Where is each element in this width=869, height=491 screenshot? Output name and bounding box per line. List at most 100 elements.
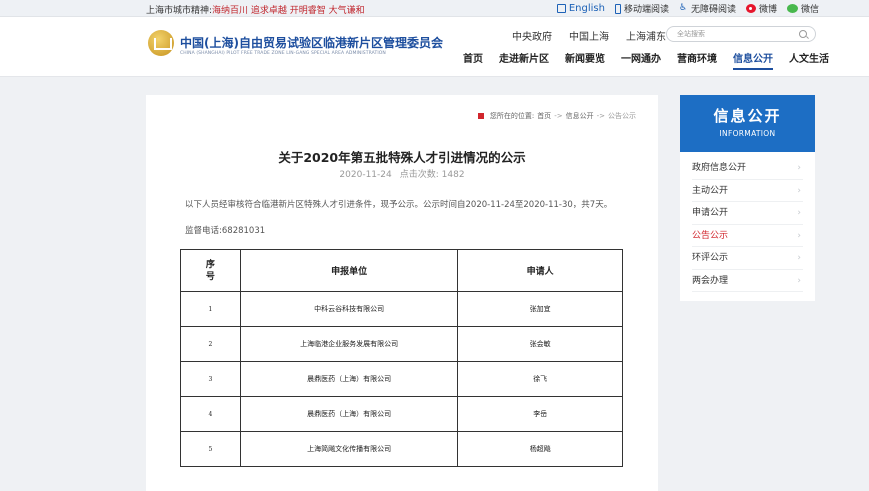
views-label: 点击次数:: [399, 170, 439, 180]
sidebar-item-two-sessions[interactable]: 两会办理 ›: [692, 270, 803, 292]
nav-business[interactable]: 营商环境: [677, 50, 717, 70]
main-nav: 首页 走进新片区 新闻要览 一网通办 营商环境 信息公开 人文生活: [463, 50, 829, 70]
row-unit: 晨鼎医药（上海）有限公司: [239, 396, 459, 432]
row-unit: 晨鼎医药（上海）有限公司: [239, 361, 459, 397]
wechat-link[interactable]: 微信: [786, 2, 819, 15]
article-intro: 以下人员经审核符合临港新片区特殊人才引进条件，现予公示。公示时间自2020-11…: [185, 200, 613, 210]
row-unit: 上海简飚文化传播有限公司: [239, 431, 459, 467]
article-title: 关于2020年第五批特殊人才引进情况的公示: [278, 150, 526, 165]
utility-links: English 移动端阅读 ♿ 无障碍阅读 微博 微信: [556, 2, 819, 16]
breadcrumb-separator: ->: [554, 112, 563, 120]
sidebar-item-label: 环评公示: [692, 253, 729, 263]
site-search: [666, 26, 816, 42]
nav-home[interactable]: 首页: [463, 50, 483, 70]
wechat-icon: [786, 4, 798, 13]
col-header-applicant: 申请人: [457, 249, 623, 292]
sidebar-item-label: 两会办理: [692, 275, 729, 286]
chevron-right-icon: ›: [797, 163, 801, 173]
chevron-right-icon: ›: [797, 230, 801, 241]
english-link[interactable]: English: [556, 2, 605, 15]
search-input[interactable]: [677, 28, 787, 40]
sidebar-item-gov-info[interactable]: 政府信息公开 ›: [692, 157, 803, 180]
sidebar: 信息公开 INFORMATION 政府信息公开 › 主动公开 › 申请公开 › 公告公…: [680, 95, 815, 301]
sidebar-item-label: 政府信息公开: [692, 163, 747, 173]
external-links: 中央政府 中国上海 上海浦东: [512, 28, 666, 43]
sidebar-item-label: 公告公示: [692, 230, 729, 241]
city-spirit-motto: 海纳百川 追求卓越 开明睿智 大气谦和: [212, 6, 365, 16]
breadcrumb-separator: ->: [596, 112, 605, 120]
chevron-right-icon: ›: [797, 208, 801, 218]
sidebar-item-announcements[interactable]: 公告公示 ›: [692, 225, 803, 247]
col-header-no: 序号: [180, 249, 241, 292]
row-no: 3: [180, 361, 241, 397]
phone-number: 68281031: [221, 226, 266, 236]
table-row: 4 晨鼎医药（上海）有限公司 李岳: [180, 396, 623, 432]
row-no: 1: [180, 291, 241, 327]
org-title[interactable]: 中国(上海)自由贸易试验区临港新片区管理委员会: [180, 34, 443, 51]
article-panel: 您所在的位置: 首页 -> 信息公开 -> 公告公示 关于2020年第五批特殊人…: [146, 95, 658, 491]
table-row: 1 中科云谷科技有限公司 张加宜: [180, 291, 623, 327]
accessibility-label: 无障碍阅读: [690, 5, 736, 15]
nav-news[interactable]: 新闻要览: [565, 50, 605, 70]
top-bar: 上海市城市精神:海纳百川 追求卓越 开明睿智 大气谦和 English 移动端阅…: [0, 0, 869, 17]
nav-services[interactable]: 一网通办: [621, 50, 661, 70]
accessibility-link[interactable]: ♿ 无障碍阅读: [678, 2, 736, 16]
weibo-label: 微博: [758, 5, 777, 15]
city-spirit-label: 上海市城市精神:: [146, 6, 213, 16]
row-unit: 中科云谷科技有限公司: [239, 291, 459, 327]
accessibility-icon: ♿: [678, 3, 688, 13]
sidebar-item-label: 主动公开: [692, 185, 729, 196]
pudong-link[interactable]: 上海浦东: [626, 28, 666, 43]
col-header-no-1: 序: [205, 259, 215, 270]
city-spirit: 上海市城市精神:海纳百川 追求卓越 开明睿智 大气谦和: [146, 3, 365, 16]
sidebar-menu: 政府信息公开 › 主动公开 › 申请公开 › 公告公示 › 环评公示 › 两会办理 ›: [680, 152, 815, 292]
chevron-right-icon: ›: [797, 275, 801, 286]
row-no: 2: [180, 326, 241, 362]
table-row: 5 上海简飚文化传播有限公司 杨超飚: [180, 431, 623, 467]
breadcrumb-information[interactable]: 信息公开: [566, 111, 594, 121]
search-icon[interactable]: [799, 30, 807, 38]
wechat-label: 微信: [800, 5, 819, 15]
views-count: 1482: [441, 170, 465, 180]
site-header: 中国(上海)自由贸易试验区临港新片区管理委员会 CHINA (SHANGHAI)…: [0, 17, 869, 77]
breadcrumb-current: 公告公示: [608, 112, 636, 120]
org-logo[interactable]: [148, 30, 174, 56]
talent-table: 序号 申报单位 申请人 1 中科云谷科技有限公司 张加宜 2 上海临港企业服务发…: [180, 249, 623, 467]
row-applicant: 张会敏: [457, 326, 623, 362]
col-header-no-2: 号: [205, 271, 215, 282]
row-no: 4: [180, 396, 241, 432]
mobile-icon: [614, 3, 621, 14]
row-applicant: 杨超飚: [457, 431, 623, 467]
shanghai-link[interactable]: 中国上海: [569, 28, 609, 43]
sidebar-item-proactive[interactable]: 主动公开 ›: [692, 180, 803, 202]
nav-culture[interactable]: 人文生活: [789, 50, 829, 70]
article-meta: 2020-11-24 点击次数: 1482: [146, 167, 658, 180]
col-header-unit: 申报单位: [239, 249, 459, 292]
row-applicant: 张加宜: [457, 291, 623, 327]
location-icon: [477, 113, 484, 119]
table-row: 2 上海临港企业服务发展有限公司 张会敏: [180, 326, 623, 362]
nav-about[interactable]: 走进新片区: [499, 50, 549, 70]
table-row: 3 晨鼎医药（上海）有限公司 徐飞: [180, 361, 623, 397]
english-link-label: English: [568, 3, 605, 14]
mobile-reading-link[interactable]: 移动端阅读: [614, 2, 669, 15]
weibo-link[interactable]: 微博: [745, 2, 777, 15]
article-date: 2020-11-24: [339, 170, 392, 180]
breadcrumb-home[interactable]: 首页: [537, 111, 551, 121]
sidebar-header: 信息公开 INFORMATION: [680, 95, 815, 152]
sidebar-item-eia[interactable]: 环评公示 ›: [692, 247, 803, 270]
central-gov-link[interactable]: 中央政府: [512, 28, 552, 43]
chevron-right-icon: ›: [797, 185, 801, 196]
chevron-right-icon: ›: [797, 253, 801, 263]
row-no: 5: [180, 431, 241, 467]
org-subtitle: CHINA (SHANGHAI) PILOT FREE TRADE ZONE L…: [180, 51, 386, 56]
row-unit: 上海临港企业服务发展有限公司: [239, 326, 459, 362]
row-applicant: 李岳: [457, 396, 623, 432]
supervision-phone: 监督电话:68281031: [185, 224, 265, 236]
sidebar-title: 信息公开: [713, 107, 782, 125]
sidebar-subtitle: INFORMATION: [719, 129, 776, 138]
english-icon: [556, 4, 566, 13]
breadcrumb: 您所在的位置: 首页 -> 信息公开 -> 公告公示: [477, 111, 636, 121]
sidebar-item-on-request[interactable]: 申请公开 ›: [692, 202, 803, 225]
nav-information[interactable]: 信息公开: [733, 50, 773, 70]
